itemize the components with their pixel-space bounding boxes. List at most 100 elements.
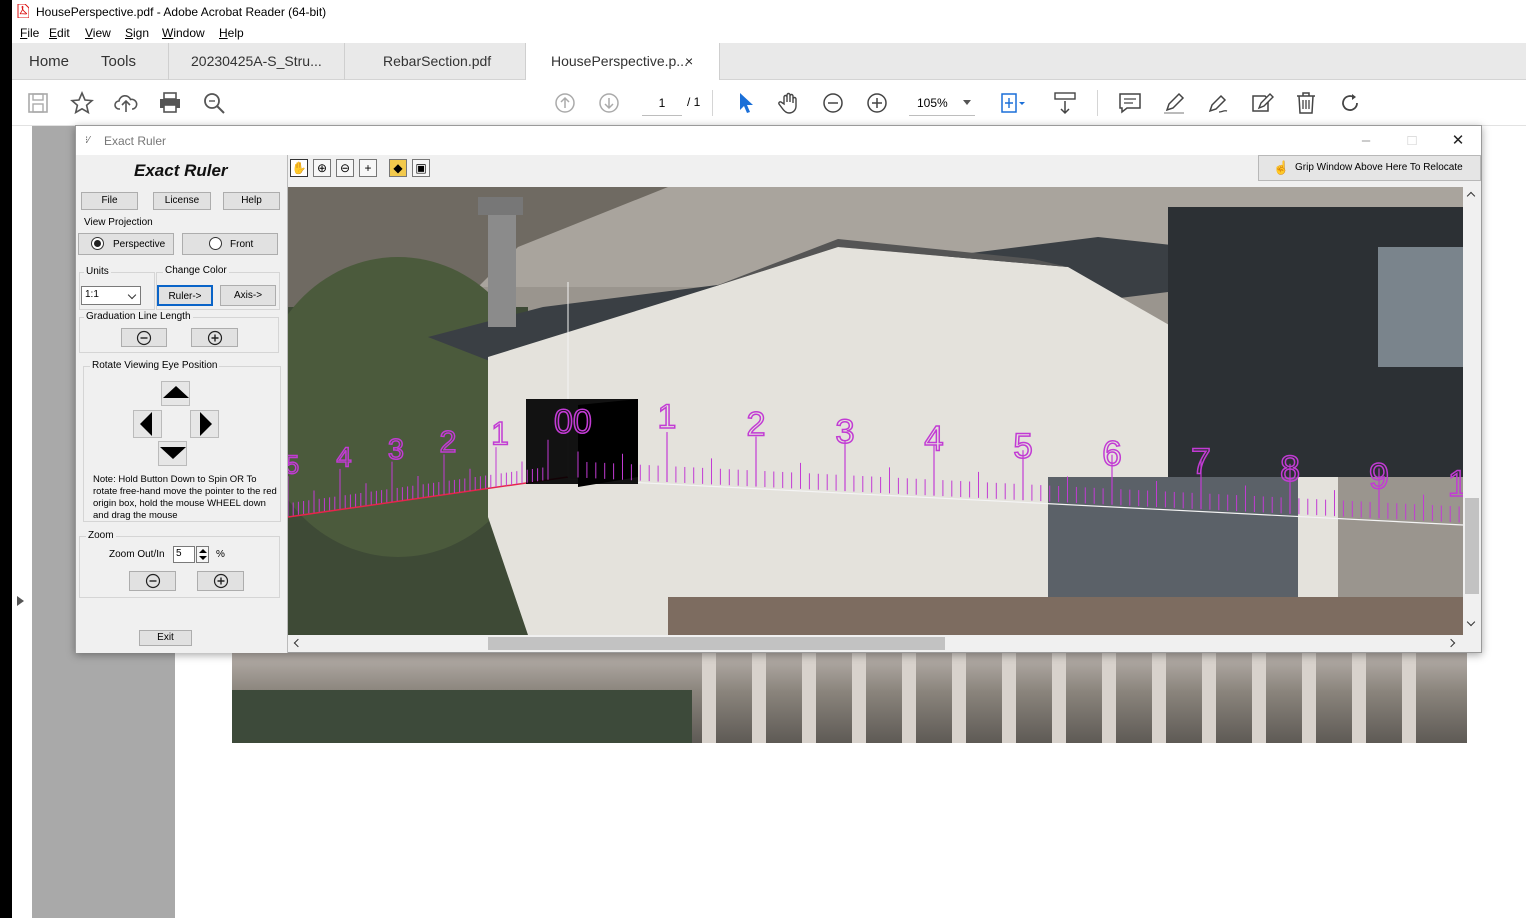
house-photo-with-ruler: 00 54321 12345678910	[288, 187, 1463, 635]
zoom-out-icon[interactable]	[820, 90, 846, 116]
ruler-number-label: 7	[1191, 441, 1211, 481]
select-arrow-icon[interactable]	[732, 90, 758, 116]
menu-window[interactable]: Window	[162, 26, 205, 40]
tab-tools[interactable]: Tools	[101, 43, 136, 80]
vertical-scrollbar[interactable]	[1463, 187, 1481, 635]
triangle-right-icon	[200, 412, 212, 436]
rotate-left-button[interactable]	[133, 410, 162, 438]
highlight-pen-icon[interactable]	[1161, 90, 1187, 116]
horizontal-scroll-thumb[interactable]	[488, 637, 945, 650]
grip-relocate-bar[interactable]: ☝ Grip Window Above Here To Relocate	[1258, 155, 1481, 181]
tab-home[interactable]: Home	[29, 43, 69, 80]
vertical-scroll-thumb[interactable]	[1465, 498, 1479, 594]
units-value: 1:1	[85, 289, 99, 300]
scroll-mode-icon[interactable]	[1052, 90, 1078, 116]
maximize-icon[interactable]: □	[1392, 128, 1432, 153]
zoom-value-input[interactable]: 5	[173, 546, 195, 563]
toolbar-separator	[712, 90, 713, 116]
zoom-out-tool-icon[interactable]: ⊖	[336, 159, 354, 177]
scroll-up-icon	[1466, 191, 1476, 201]
ruler-number-label: 2	[440, 425, 457, 459]
graduation-decrease-button[interactable]	[121, 328, 167, 347]
screen: HousePerspective.pdf - Adobe Acrobat Rea…	[0, 0, 1526, 918]
ruler-origin-label: 00	[554, 403, 592, 441]
hand-pan-icon[interactable]	[776, 90, 802, 116]
rotate-right-button[interactable]	[190, 410, 219, 438]
tab-document-rebarsection[interactable]: RebarSection.pdf	[383, 43, 491, 80]
pointer-hand-icon: ☝	[1273, 160, 1290, 175]
toolbar-separator	[1097, 90, 1098, 116]
zoom-out-button[interactable]	[129, 571, 176, 591]
zoom-in-tool-icon[interactable]: ⊕	[313, 159, 331, 177]
zoom-label: Zoom	[86, 530, 116, 541]
bookmark-star-icon[interactable]	[69, 90, 95, 116]
close-icon[interactable]: ✕	[1438, 128, 1478, 153]
menu-view[interactable]: View	[85, 26, 111, 40]
rotate-up-button[interactable]	[161, 381, 190, 406]
horizontal-scrollbar[interactable]	[288, 635, 1463, 652]
delete-trash-icon[interactable]	[1293, 90, 1319, 116]
front-label: Front	[230, 239, 254, 250]
axis-color-button[interactable]: Axis->	[220, 285, 276, 306]
previous-page-icon[interactable]	[552, 90, 578, 116]
help-button[interactable]: Help	[223, 192, 280, 210]
fill-sign-icon[interactable]	[1249, 90, 1275, 116]
zoom-in-icon[interactable]	[864, 90, 890, 116]
exit-button[interactable]: Exit	[139, 630, 192, 646]
upload-cloud-icon[interactable]	[113, 90, 139, 116]
ruler-color-button[interactable]: Ruler->	[157, 285, 213, 306]
tab-separator	[344, 43, 345, 80]
save-icon[interactable]	[25, 90, 51, 116]
draw-freehand-icon[interactable]	[1205, 90, 1231, 116]
rotate-icon[interactable]	[1337, 90, 1363, 116]
tab-close-icon[interactable]: ×	[685, 43, 693, 80]
license-button[interactable]: License	[153, 192, 211, 210]
page-number-input[interactable]: 1	[642, 92, 682, 116]
units-select[interactable]: 1:1	[81, 286, 141, 305]
pan-hand-tool-icon[interactable]: ✋	[290, 159, 308, 177]
fit-page-icon[interactable]	[999, 90, 1025, 116]
graduation-group	[79, 317, 279, 353]
zoom-spinner[interactable]	[196, 546, 209, 563]
ruler-number-label: 10	[1448, 463, 1463, 504]
search-zoom-icon[interactable]	[201, 90, 227, 116]
print-icon[interactable]	[157, 90, 183, 116]
menu-help[interactable]: Help	[219, 26, 244, 40]
triangle-up-icon	[163, 386, 189, 398]
menu-sign[interactable]: Sign	[125, 26, 149, 40]
ruler-number-label: 2	[746, 406, 765, 444]
capture-icon[interactable]: ▣	[412, 159, 430, 177]
rotate-note: Note: Hold Button Down to Spin OR To rot…	[93, 474, 277, 521]
triangle-down-icon	[160, 447, 186, 459]
front-radio-button[interactable]: Front	[182, 233, 278, 255]
expand-pane-arrow-icon[interactable]	[17, 596, 24, 606]
minimize-icon[interactable]: –	[1346, 128, 1386, 153]
rotate-down-button[interactable]	[158, 441, 187, 466]
perspective-radio-button[interactable]: Perspective	[78, 233, 174, 255]
perspective-radio	[91, 237, 104, 250]
front-radio	[209, 237, 222, 250]
ruler-number-label: 1	[491, 416, 509, 452]
ruler-image-viewport[interactable]: 00 54321 12345678910	[288, 187, 1463, 635]
menu-file[interactable]: File	[20, 26, 39, 40]
exact-ruler-window: ⁝⁄ Exact Ruler – □ ✕ Exact Ruler File Li…	[75, 125, 1482, 653]
next-page-icon[interactable]	[596, 90, 622, 116]
triangle-left-icon	[140, 412, 152, 436]
window-titlebar: HousePerspective.pdf - Adobe Acrobat Rea…	[12, 0, 1526, 23]
graduation-increase-button[interactable]	[191, 328, 238, 347]
tab-document-houseperspective[interactable]: HousePerspective.p...	[551, 43, 688, 80]
ruler-number-label: 9	[1369, 455, 1389, 496]
tab-document-structural[interactable]: 20230425A-S_Stru...	[191, 43, 322, 80]
desktop-edge	[0, 0, 12, 918]
crosshair-tool-icon[interactable]: +	[359, 159, 377, 177]
ruler-number-label: 8	[1280, 448, 1300, 489]
exact-ruler-titlebar[interactable]: ⁝⁄ Exact Ruler – □ ✕	[76, 126, 1481, 155]
zoom-level-select[interactable]: 105%	[909, 92, 975, 116]
ruler-number-label: 5	[1013, 427, 1033, 466]
color-picker-icon[interactable]: ◆	[389, 159, 407, 177]
comment-icon[interactable]	[1117, 90, 1143, 116]
file-button[interactable]: File	[81, 192, 138, 210]
zoom-in-button[interactable]	[197, 571, 244, 591]
menu-edit[interactable]: Edit	[49, 26, 70, 40]
spin-up-icon	[199, 549, 207, 553]
